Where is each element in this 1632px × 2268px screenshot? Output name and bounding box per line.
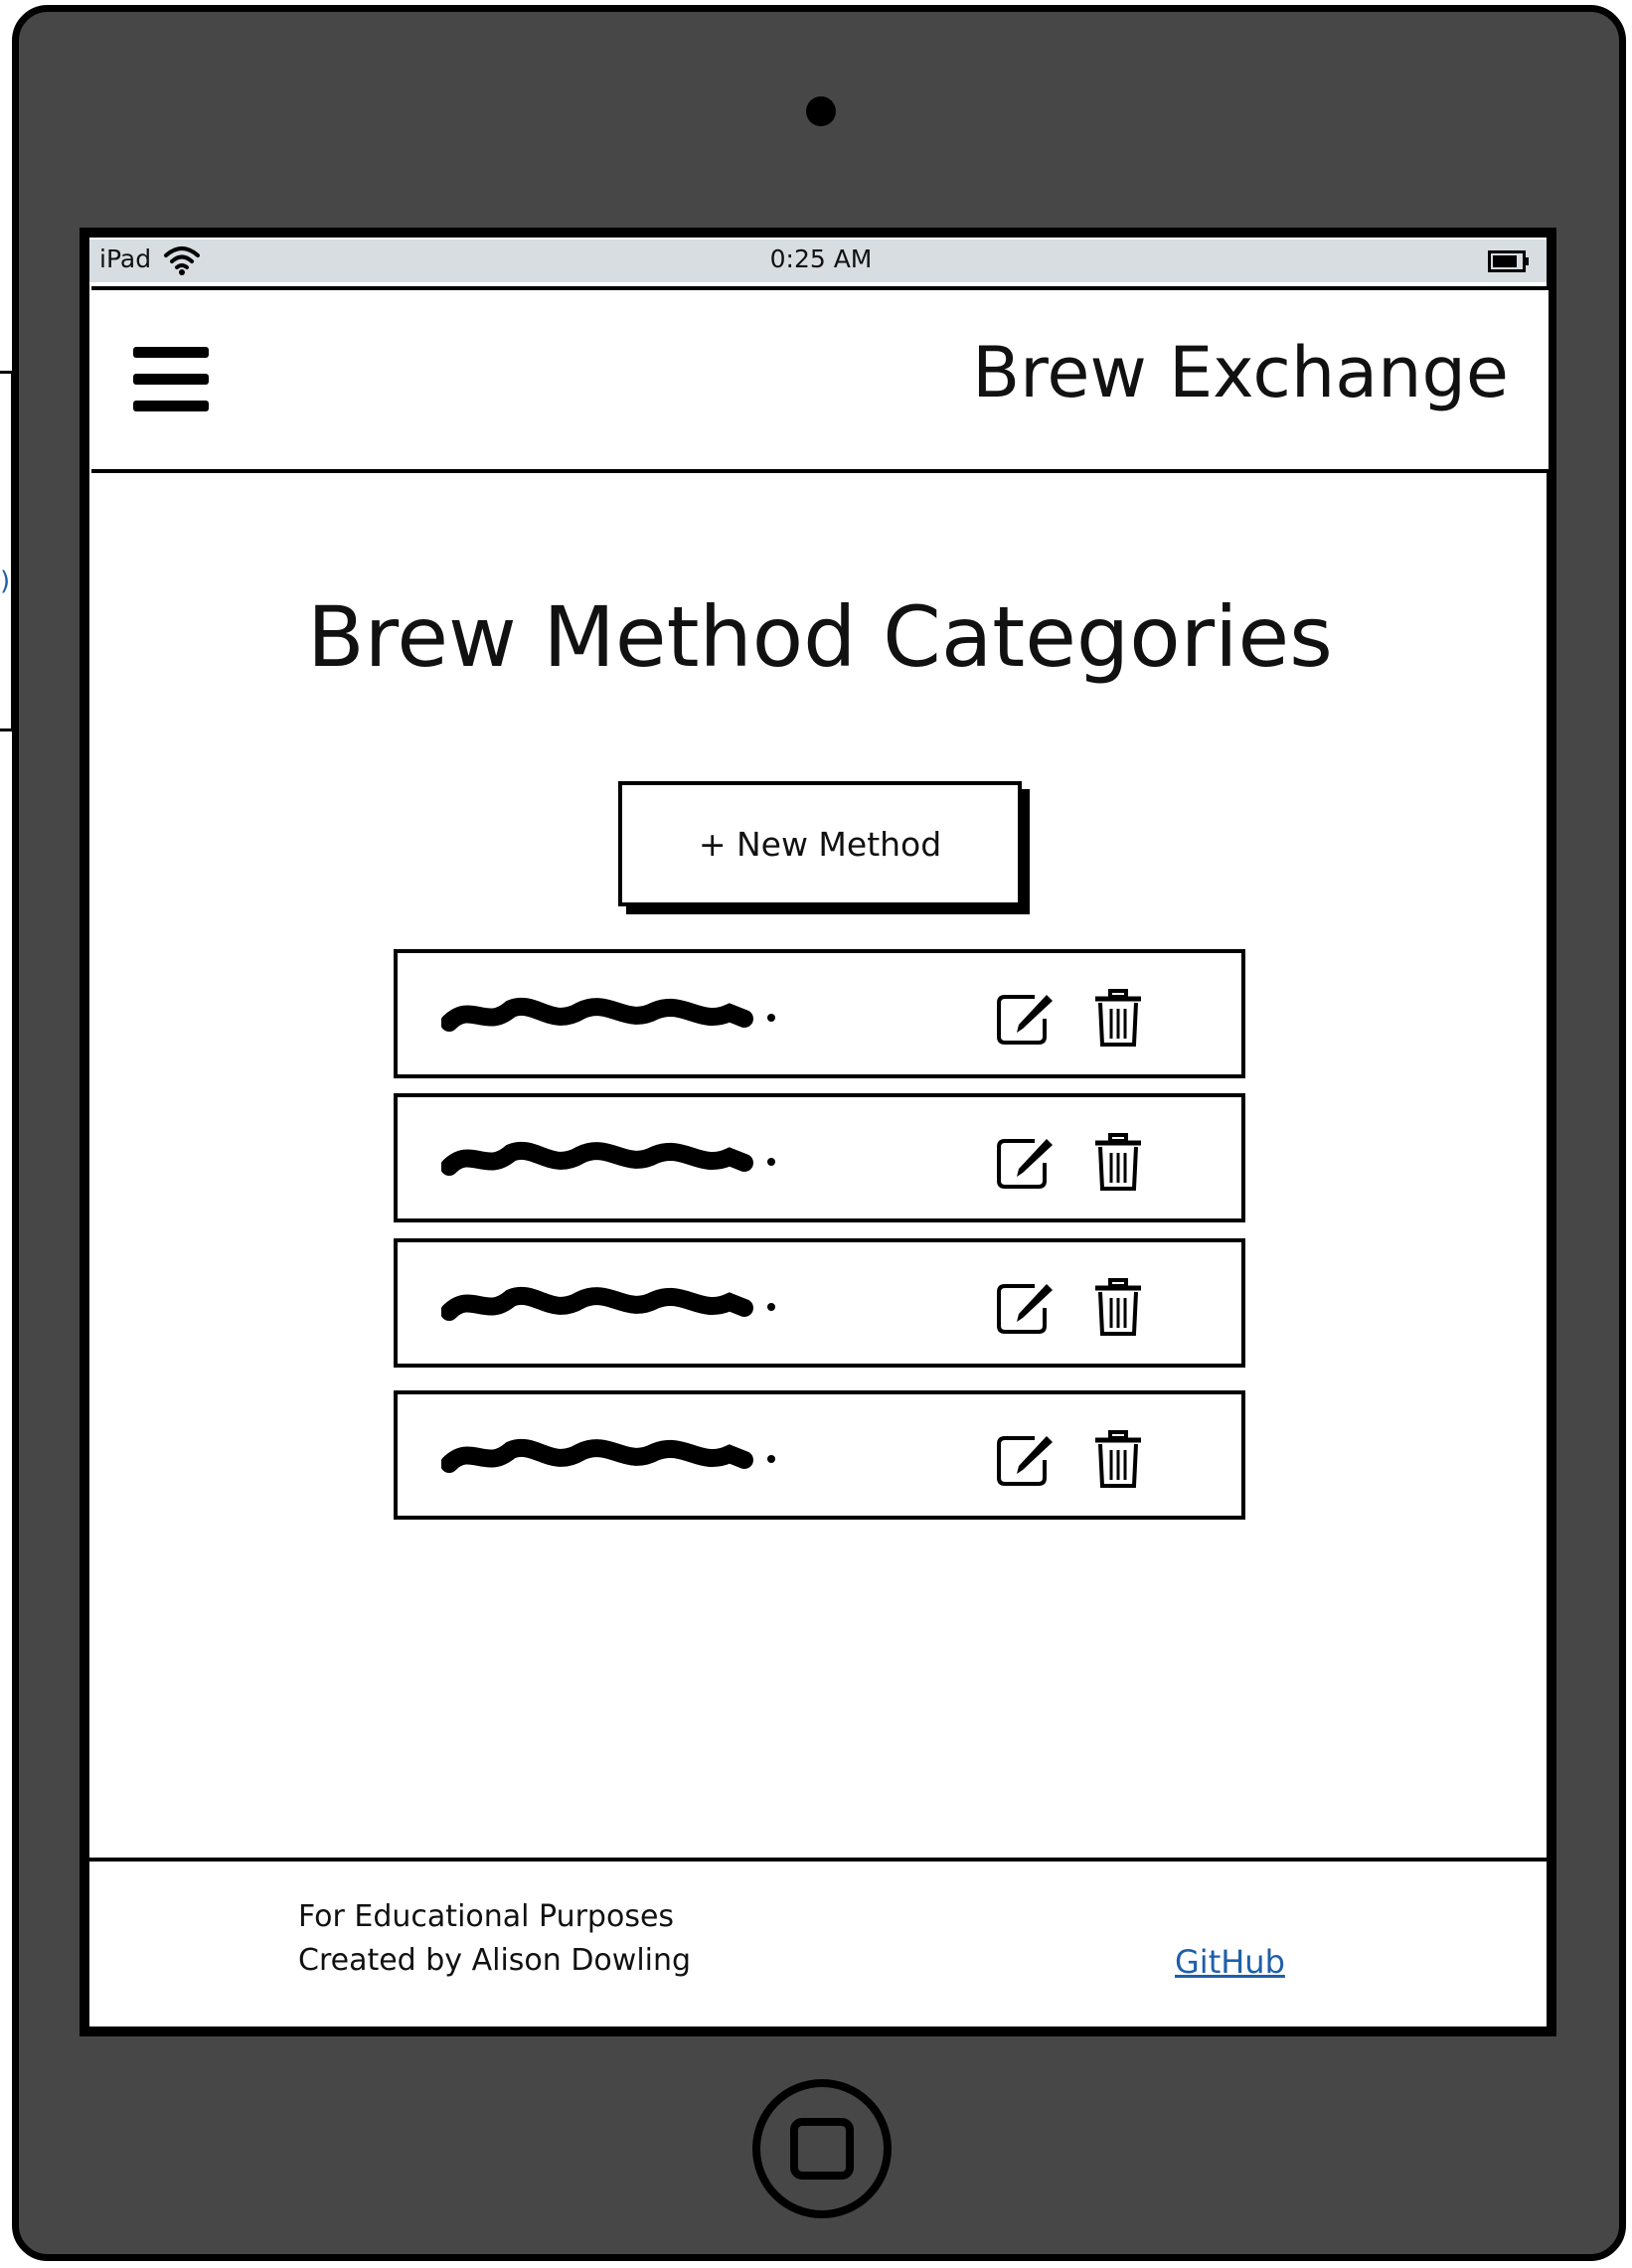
camera-dot (806, 96, 836, 126)
page-title: Brew Method Categories (307, 588, 1333, 686)
edit-icon[interactable] (995, 1133, 1061, 1191)
trash-icon[interactable] (1093, 989, 1143, 1049)
github-link[interactable]: GitHub (1175, 1943, 1285, 1981)
method-row (394, 1238, 1245, 1368)
method-row (394, 1093, 1245, 1222)
placeholder-scribble (441, 1142, 775, 1176)
trash-icon[interactable] (1093, 1430, 1143, 1490)
offscreen-link-fragment: ) (0, 567, 10, 594)
placeholder-scribble (441, 998, 775, 1032)
home-button-square-icon (790, 2118, 854, 2180)
footer-divider (89, 1858, 1549, 1862)
method-row (394, 949, 1245, 1078)
footer-credit: Created by Alison Dowling (298, 1943, 692, 1978)
edit-icon[interactable] (995, 1430, 1061, 1488)
trash-icon[interactable] (1093, 1278, 1143, 1338)
battery-icon (1488, 250, 1529, 272)
footer-disclaimer: For Educational Purposes (298, 1899, 675, 1934)
trash-icon[interactable] (1093, 1133, 1143, 1193)
status-device-label: iPad (99, 244, 152, 273)
method-row (394, 1390, 1245, 1520)
new-method-button[interactable]: + New Method (618, 781, 1022, 906)
hamburger-menu-icon[interactable] (133, 347, 209, 412)
app-title: Brew Exchange (972, 332, 1509, 413)
edit-icon[interactable] (995, 989, 1061, 1047)
placeholder-scribble (441, 1439, 775, 1473)
status-time: 0:25 AM (769, 244, 873, 273)
placeholder-scribble (441, 1287, 775, 1321)
edit-icon[interactable] (995, 1278, 1061, 1336)
offscreen-panel-edge (0, 371, 14, 731)
wifi-icon (164, 246, 200, 275)
